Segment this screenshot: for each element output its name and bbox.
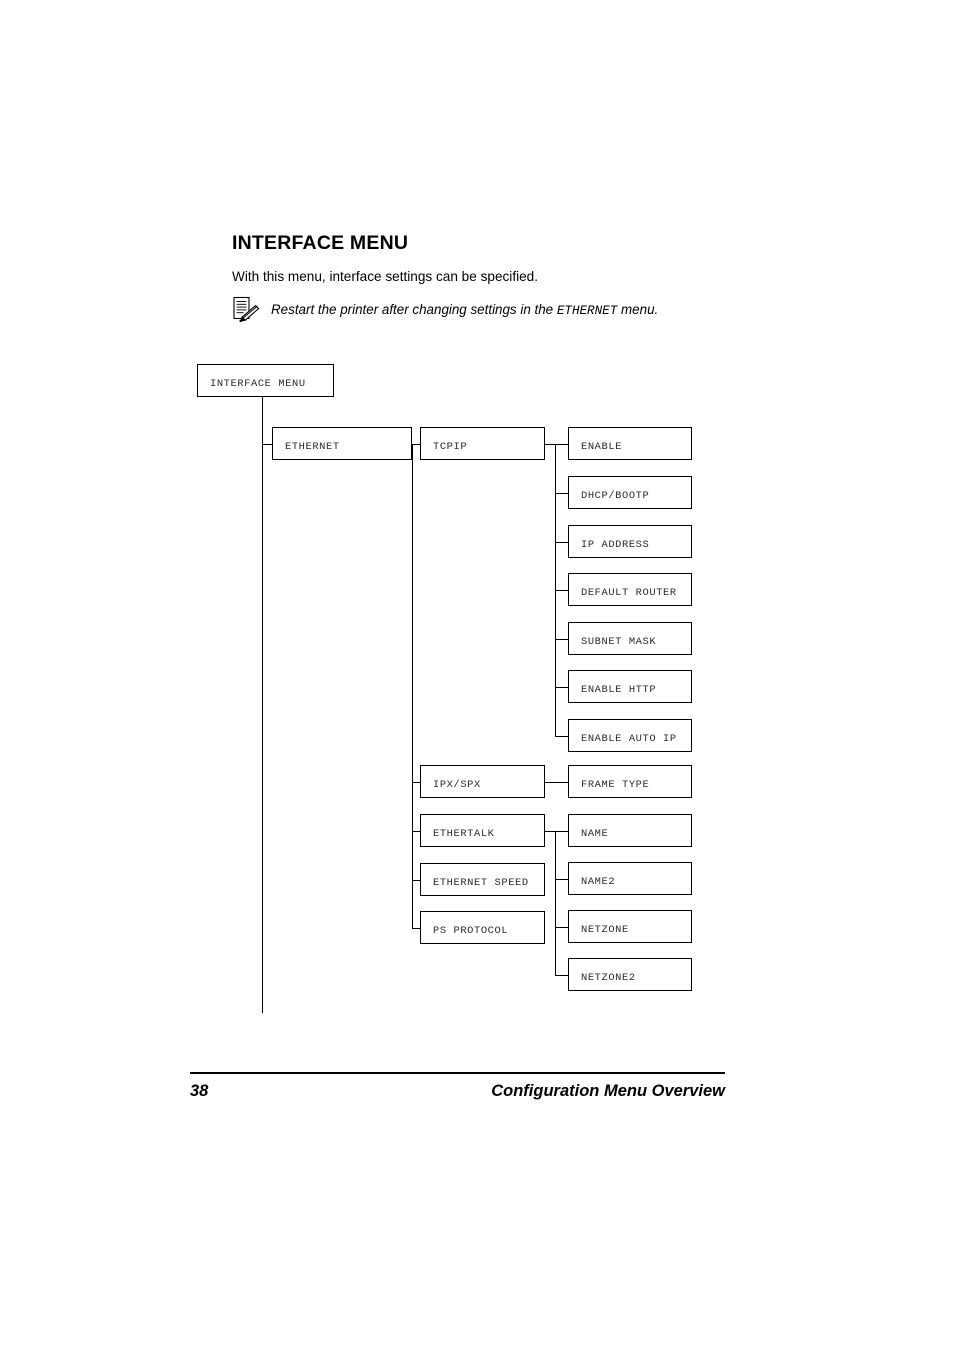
connector-node-subnet-mask [555,638,568,640]
menu-tree-diagram: INTERFACE MENU ETHERNET TCPIP IPX/SPX ETHERT… [0,0,954,1350]
trunk-root [262,397,264,1013]
footer-section-title: Configuration Menu Overview [491,1082,725,1100]
node-label: NETZONE2 [581,972,636,984]
connector-node-default-router [555,589,568,591]
trunk-ethertalk [555,830,557,975]
connector-node-enable [555,443,568,445]
node-label: ENABLE [581,441,623,453]
node-label: TCPIP [433,441,468,453]
connector-ethernet [262,443,272,445]
node-interface-menu: INTERFACE MENU [197,364,334,397]
node-label: SUBNET MASK [581,636,657,648]
connector-node-dhcp-bootp [555,492,568,494]
connector-node-ip-address [555,541,568,543]
connector-node-ethernet-speed [412,879,420,881]
node-subnet-mask: SUBNET MASK [568,622,692,655]
connector-node-name2 [555,878,568,880]
connector-node-ipx-spx [412,781,420,783]
connector-node-ps-protocol [412,927,420,929]
node-name2: NAME2 [568,862,692,895]
connector-node-enable-http [555,686,568,688]
node-enable-http: ENABLE HTTP [568,670,692,703]
node-label: ETHERNET SPEED [433,877,529,889]
connector-frame-type [545,781,568,783]
node-label: DEFAULT ROUTER [581,587,677,599]
node-label: ENABLE AUTO IP [581,733,677,745]
node-enable-auto-ip: ENABLE AUTO IP [568,719,692,752]
node-netzone2: NETZONE2 [568,958,692,991]
node-label: NAME [581,828,609,840]
footer-divider [190,1072,725,1074]
connector-tcpip-out [545,443,555,445]
node-label: PS PROTOCOL [433,925,509,937]
connector-node-ethertalk [412,830,420,832]
connector-node-netzone [555,926,568,928]
node-label: FRAME TYPE [581,779,650,791]
node-tcpip: TCPIP [420,427,545,460]
node-dhcp-bootp: DHCP/BOOTP [568,476,692,509]
node-label: IPX/SPX [433,779,481,791]
node-label: ENABLE HTTP [581,684,657,696]
connector-node-name [555,830,568,832]
node-default-router: DEFAULT ROUTER [568,573,692,606]
connector-node-netzone2 [555,974,568,976]
node-ethertalk: ETHERTALK [420,814,545,847]
node-ps-protocol: PS PROTOCOL [420,911,545,944]
trunk-ethernet [412,443,414,928]
node-enable: ENABLE [568,427,692,460]
node-label: DHCP/BOOTP [581,490,650,502]
node-ip-address: IP ADDRESS [568,525,692,558]
connector-node-tcpip [412,443,420,445]
node-label: INTERFACE MENU [210,378,306,390]
node-label: NAME2 [581,876,616,888]
node-label: ETHERNET [285,441,340,453]
node-name: NAME [568,814,692,847]
node-label: NETZONE [581,924,629,936]
node-label: IP ADDRESS [581,539,650,551]
connector-node-enable-auto-ip [555,735,568,737]
node-ethernet-speed: ETHERNET SPEED [420,863,545,896]
node-netzone: NETZONE [568,910,692,943]
node-label: ETHERTALK [433,828,495,840]
node-ipx-spx: IPX/SPX [420,765,545,798]
node-ethernet: ETHERNET [272,427,412,460]
connector-ethertalk-out [545,830,555,832]
node-frame-type: FRAME TYPE [568,765,692,798]
